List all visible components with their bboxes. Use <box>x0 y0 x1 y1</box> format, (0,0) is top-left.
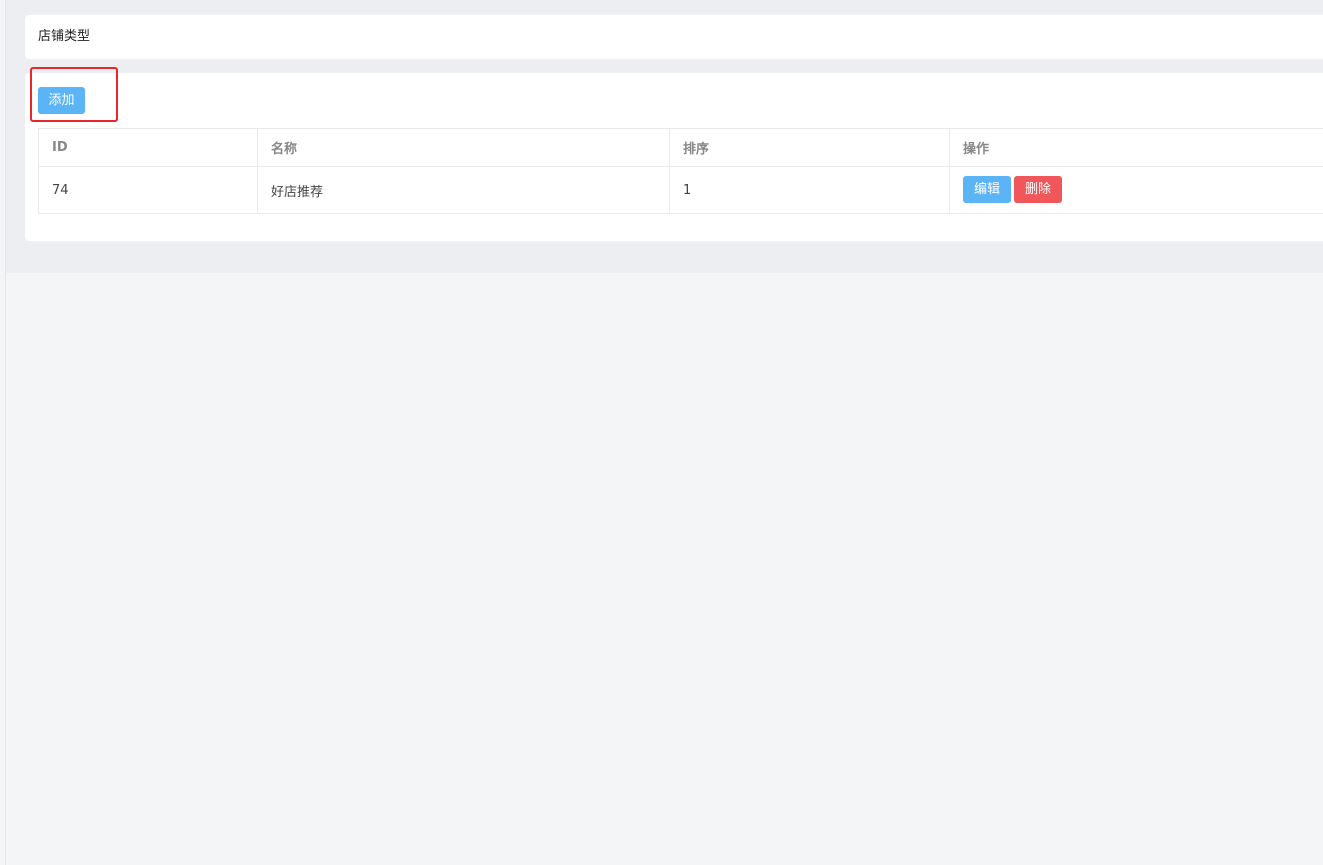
column-header-sort: 排序 <box>670 129 950 166</box>
delete-button[interactable]: 删除 <box>1014 176 1062 203</box>
column-header-id: ID <box>39 129 258 166</box>
cell-id: 74 <box>39 167 258 214</box>
column-header-name: 名称 <box>258 129 670 166</box>
add-button[interactable]: 添加 <box>38 87 85 114</box>
cell-name: 好店推荐 <box>258 167 670 214</box>
edit-button[interactable]: 编辑 <box>963 176 1011 203</box>
table-header-row: ID 名称 排序 操作 <box>39 129 1323 167</box>
title-card: 店铺类型 <box>25 15 1323 59</box>
cell-sort: 1 <box>670 167 950 214</box>
table-row: 74 好店推荐 1 <box>39 167 1323 214</box>
page-title: 店铺类型 <box>38 29 91 44</box>
data-table: ID 名称 排序 操作 74 好店推荐 1 <box>38 128 1323 214</box>
column-header-actions: 操作 <box>963 142 990 157</box>
